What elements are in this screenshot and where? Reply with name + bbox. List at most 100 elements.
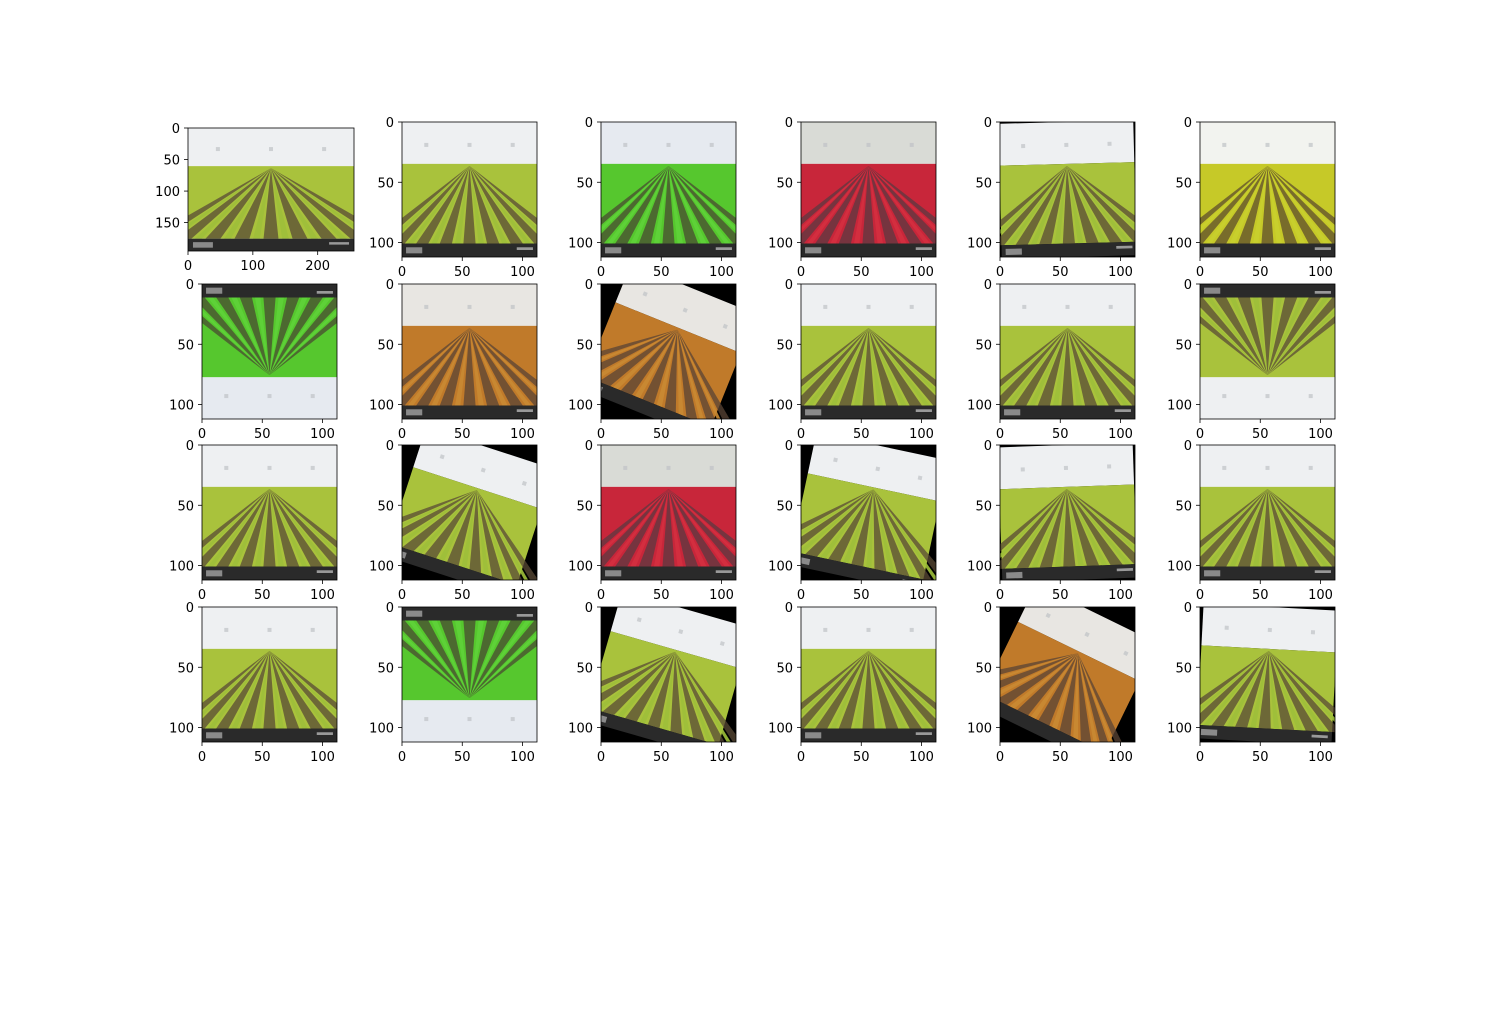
y-tick-label: 100: [155, 185, 180, 200]
y-tick-label: 50: [1175, 176, 1192, 191]
watermark-mark: [909, 627, 914, 632]
watermark-mark: [1222, 394, 1227, 399]
panel-image: [1000, 284, 1135, 419]
watermark-mark: [1265, 465, 1270, 470]
sky-region: [402, 700, 537, 742]
y-tick-label: 50: [975, 338, 992, 353]
footer-logo-mark: [1006, 571, 1023, 579]
watermark-mark: [424, 717, 429, 722]
watermark-mark: [823, 304, 828, 309]
y-tick-label: 50: [1175, 661, 1192, 676]
y-tick-label: 100: [1167, 722, 1192, 737]
watermark-mark: [310, 394, 315, 399]
y-tick-label: 50: [177, 661, 194, 676]
panel-image: [601, 445, 736, 580]
augmented-image-panel: 0 50 100 0 50 100: [768, 116, 937, 280]
x-tick-label: 50: [254, 750, 271, 765]
footer-logo-mark: [192, 242, 213, 248]
y-tick-label: 100: [967, 560, 992, 575]
footer-logo-mark: [1200, 728, 1218, 736]
y-tick-label: 100: [568, 237, 593, 252]
panel-image: [1200, 607, 1335, 742]
panel-image: [402, 122, 537, 257]
watermark-mark: [833, 457, 838, 463]
y-tick-label: 50: [975, 661, 992, 676]
footer-credit-mark: [1314, 291, 1331, 294]
augmented-image-panel: 0 50 100 0 50 100: [568, 601, 737, 765]
watermark-mark: [1065, 304, 1070, 309]
footer-logo-mark: [982, 699, 999, 712]
y-tick-label: 0: [984, 439, 992, 454]
x-tick-label: 50: [1252, 265, 1269, 280]
footer-credit-mark: [690, 423, 706, 432]
augmentation-grid-figure: 0 100 200 0 50 100 150 0 50 100 0 50 100 0 50 100 0 50 100…: [0, 0, 1500, 1015]
watermark-mark: [510, 142, 515, 147]
watermark-mark: [623, 465, 628, 470]
augmented-image-panel: 0 50 100 0 50 100: [1167, 116, 1336, 280]
panel-image: [1200, 122, 1335, 257]
y-tick-label: 0: [585, 278, 593, 293]
y-tick-label: 0: [785, 278, 793, 293]
x-tick-label: 0: [797, 750, 805, 765]
x-tick-label: 0: [184, 259, 192, 274]
footer-credit-mark: [715, 247, 732, 250]
x-tick-label: 100: [310, 750, 335, 765]
sky-region: [1000, 284, 1135, 326]
footer-credit-mark: [1314, 247, 1331, 250]
y-tick-label: 0: [984, 601, 992, 616]
watermark-mark: [866, 627, 871, 632]
panel-image: [801, 284, 936, 419]
y-tick-label: 100: [169, 399, 194, 414]
watermark-mark: [866, 304, 871, 309]
panel-image: [601, 122, 736, 257]
x-tick-label: 50: [1052, 427, 1069, 442]
watermark-mark: [1107, 141, 1112, 146]
watermark-mark: [467, 304, 472, 309]
y-tick-label: 0: [585, 439, 593, 454]
panel-image: [1000, 445, 1135, 580]
x-tick-label: 50: [1052, 265, 1069, 280]
watermark-mark: [510, 304, 515, 309]
sky-region: [601, 445, 736, 487]
x-tick-label: 100: [310, 588, 335, 603]
x-tick-label: 0: [597, 588, 605, 603]
x-tick-label: 50: [454, 427, 471, 442]
y-tick-label: 0: [386, 116, 394, 131]
watermark-mark: [1063, 465, 1069, 471]
x-tick-label: 50: [1052, 750, 1069, 765]
x-tick-label: 50: [653, 750, 670, 765]
augmented-image-panel: 0 50 100 0 50 100: [369, 116, 538, 280]
watermark-mark: [1267, 627, 1272, 633]
footer-credit-mark: [915, 409, 932, 412]
y-tick-label: 50: [377, 661, 394, 676]
x-tick-label: 0: [1196, 265, 1204, 280]
augmented-image-panel: 0 50 100 0 50 100: [1167, 278, 1336, 442]
augmented-image-panel: 0 50 100 0 50 100: [768, 601, 937, 765]
x-tick-label: 100: [510, 265, 535, 280]
footer-logo-mark: [805, 732, 822, 739]
footer-logo-mark: [1204, 247, 1221, 254]
x-tick-label: 50: [1252, 750, 1269, 765]
augmented-image-panel: 0 50 100 0 50 100: [169, 439, 338, 603]
y-tick-label: 0: [386, 439, 394, 454]
augmented-image-panel: 0 50 100 0 50 100: [1167, 601, 1336, 765]
augmented-image-panel: 0 50 100 0 50 100: [967, 278, 1136, 442]
y-tick-label: 0: [1184, 439, 1192, 454]
x-tick-label: 50: [853, 265, 870, 280]
y-tick-label: 50: [1175, 338, 1192, 353]
watermark-mark: [1020, 467, 1025, 472]
x-tick-label: 100: [310, 427, 335, 442]
y-tick-label: 0: [984, 116, 992, 131]
x-tick-label: 50: [653, 427, 670, 442]
x-tick-label: 50: [454, 750, 471, 765]
x-tick-label: 0: [398, 588, 406, 603]
x-tick-label: 0: [996, 750, 1004, 765]
panel-image: [202, 607, 337, 742]
sky-region: [202, 377, 337, 419]
y-tick-label: 100: [369, 560, 394, 575]
footer-credit-mark: [329, 242, 350, 245]
augmented-image-panel: 0 50 100 0 50 100: [369, 601, 538, 765]
footer-logo-mark: [805, 247, 822, 254]
y-tick-label: 50: [776, 661, 793, 676]
x-tick-label: 50: [853, 750, 870, 765]
